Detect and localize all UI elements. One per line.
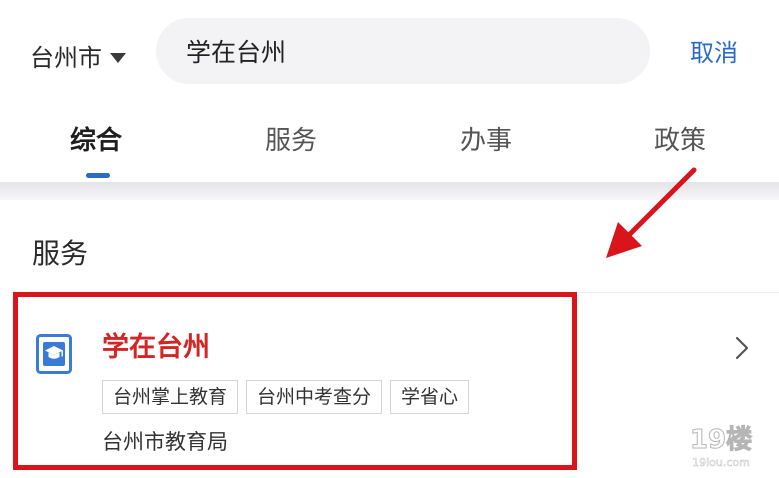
service-tag: 学省心 <box>390 380 470 414</box>
service-tag: 台州掌上教育 <box>102 380 239 414</box>
tab-bar: 综合 服务 办事 政策 <box>0 104 779 182</box>
section-title: 服务 <box>32 237 89 270</box>
tab-affairs[interactable]: 办事 <box>460 122 512 160</box>
city-label: 台州市 <box>30 44 102 72</box>
service-tag: 台州中考查分 <box>246 380 383 414</box>
section-divider <box>0 182 779 200</box>
chevron-right-icon[interactable] <box>733 336 751 360</box>
active-tab-indicator <box>86 173 110 178</box>
caret-down-icon <box>110 53 126 63</box>
service-provider: 台州市教育局 <box>102 430 228 454</box>
tab-all[interactable]: 综合 <box>70 122 122 160</box>
tab-services[interactable]: 服务 <box>265 122 317 160</box>
service-result-card[interactable]: 学在台州 台州掌上教育 台州中考查分 学省心 台州市教育局 <box>10 292 779 474</box>
service-name: 学在台州 <box>102 332 210 363</box>
tab-policies[interactable]: 政策 <box>654 122 706 160</box>
search-box[interactable] <box>156 18 650 84</box>
city-selector[interactable]: 台州市 <box>30 40 126 76</box>
graduation-cap-app-icon <box>36 334 72 374</box>
search-input[interactable] <box>186 36 626 66</box>
service-tags: 台州掌上教育 台州中考查分 学省心 <box>102 380 470 414</box>
cancel-button[interactable]: 取消 <box>690 36 738 70</box>
search-header: 台州市 取消 <box>0 0 779 104</box>
